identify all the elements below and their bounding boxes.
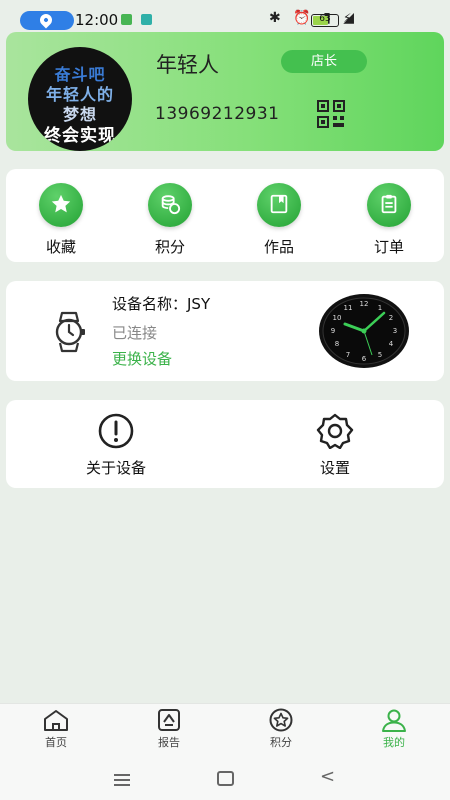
favorites-label: 收藏 bbox=[45, 238, 76, 256]
works-label: 作品 bbox=[263, 238, 294, 256]
points-label: 积分 bbox=[154, 238, 185, 256]
battery-level: 63 bbox=[319, 14, 331, 24]
recent-apps-icon[interactable] bbox=[114, 774, 130, 789]
nav-report[interactable]: 报告 bbox=[134, 708, 204, 750]
nav-home-label: 首页 bbox=[45, 736, 67, 749]
star-icon bbox=[39, 183, 83, 227]
user-icon bbox=[382, 709, 406, 732]
gear-icon bbox=[316, 413, 354, 449]
svg-text:5: 5 bbox=[378, 351, 382, 359]
svg-text:11: 11 bbox=[344, 304, 353, 312]
nav-home[interactable]: 首页 bbox=[21, 708, 91, 750]
nav-report-label: 报告 bbox=[158, 736, 180, 749]
watch-icon bbox=[55, 311, 85, 353]
svg-text:3: 3 bbox=[393, 327, 397, 335]
info-icon bbox=[98, 413, 134, 449]
svg-text:12: 12 bbox=[360, 300, 369, 308]
phone-number: 13969212931 bbox=[155, 104, 280, 124]
settings-label: 设置 bbox=[319, 459, 350, 477]
profile-card: 奋斗吧 年轻人的 梦想 终会实现 年轻人 店长 13969212931 bbox=[6, 32, 444, 151]
charging-icon: ⚡ bbox=[343, 11, 352, 25]
nav-mine-label: 我的 bbox=[383, 736, 405, 749]
settings-card: 关于设备 设置 bbox=[6, 400, 444, 488]
avatar-text-line: 终会实现 bbox=[44, 126, 116, 146]
clock-face-image: 12 1 2 3 4 5 6 7 8 9 10 11 bbox=[319, 294, 409, 368]
device-name: 设备名称：JSY bbox=[112, 295, 211, 313]
status-time: 12:00 bbox=[75, 11, 119, 29]
svg-text:9: 9 bbox=[331, 327, 335, 335]
book-icon bbox=[257, 183, 301, 227]
quick-actions-card: 收藏 积分 作品 订单 bbox=[6, 169, 444, 262]
svg-text:6: 6 bbox=[362, 355, 367, 363]
nav-points-label: 积分 bbox=[270, 736, 292, 749]
orders-label: 订单 bbox=[373, 238, 404, 256]
settings-button[interactable]: 设置 bbox=[285, 413, 385, 478]
favorites-button[interactable]: 收藏 bbox=[21, 183, 101, 257]
about-device-button[interactable]: 关于设备 bbox=[66, 413, 166, 478]
system-nav-bar: < bbox=[0, 758, 450, 800]
avatar[interactable]: 奋斗吧 年轻人的 梦想 终会实现 bbox=[28, 47, 132, 151]
change-device-link[interactable]: 更换设备 bbox=[112, 348, 172, 369]
order-icon bbox=[367, 183, 411, 227]
home-button-icon[interactable] bbox=[217, 771, 234, 786]
works-button[interactable]: 作品 bbox=[239, 183, 319, 257]
points-icon bbox=[269, 708, 293, 732]
location-icon bbox=[20, 11, 74, 30]
send-icon bbox=[141, 14, 152, 25]
qr-code-icon[interactable] bbox=[316, 99, 346, 129]
username: 年轻人 bbox=[156, 53, 219, 77]
device-card: 设备名称：JSY 已连接 更换设备 12 1 2 3 4 5 6 7 8 9 1… bbox=[6, 281, 444, 381]
report-icon bbox=[158, 709, 180, 731]
role-badge: 店长 bbox=[281, 50, 367, 73]
nav-points[interactable]: 积分 bbox=[246, 708, 316, 750]
svg-text:7: 7 bbox=[346, 351, 350, 359]
battery-icon: 63 bbox=[311, 14, 339, 27]
back-icon[interactable]: < bbox=[320, 766, 335, 787]
bottom-nav: 首页 报告 积分 我的 bbox=[0, 703, 450, 759]
svg-text:4: 4 bbox=[389, 340, 394, 348]
nav-mine[interactable]: 我的 bbox=[359, 708, 429, 750]
svg-text:8: 8 bbox=[335, 340, 339, 348]
home-icon bbox=[44, 710, 68, 731]
points-button[interactable]: 积分 bbox=[130, 183, 210, 257]
device-status: 已连接 bbox=[112, 324, 158, 342]
coins-icon bbox=[148, 183, 192, 227]
svg-text:1: 1 bbox=[378, 304, 382, 312]
about-device-label: 关于设备 bbox=[85, 459, 146, 477]
svg-text:2: 2 bbox=[389, 314, 393, 322]
svg-text:10: 10 bbox=[333, 314, 342, 322]
notification-icon bbox=[121, 14, 132, 25]
orders-button[interactable]: 订单 bbox=[349, 183, 429, 257]
